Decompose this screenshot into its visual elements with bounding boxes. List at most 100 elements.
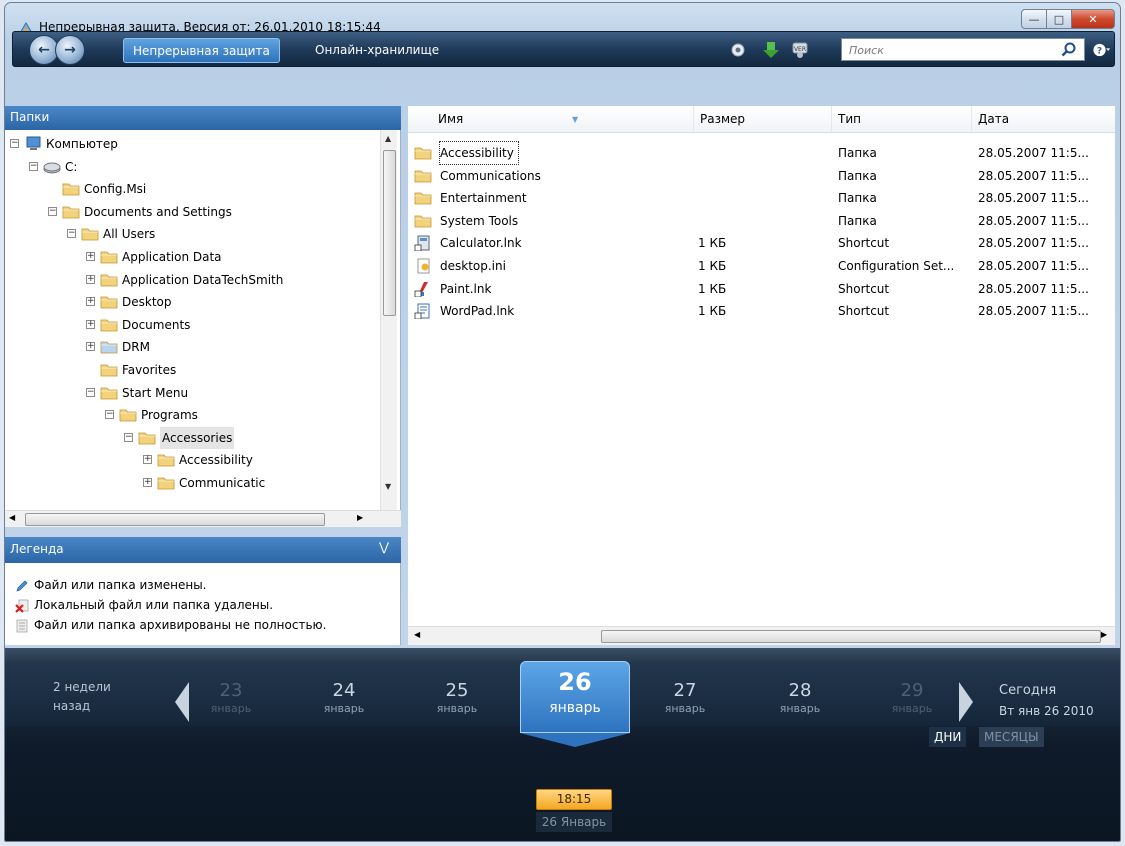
collapse-minus-icon[interactable]: − [86,387,95,397]
tree-node[interactable]: − Компьютер [5,133,375,155]
tree-node[interactable]: − Accessories [5,426,375,449]
file-row[interactable]: System Tools Папка 28.05.2007 11:5... [408,210,1115,232]
tree-node[interactable]: − Documents and Settings [5,201,375,223]
collapse-minus-icon[interactable]: − [29,161,38,171]
version-icon[interactable]: VER [791,41,809,59]
collapse-minus-icon[interactable]: − [67,229,76,239]
help-icon[interactable]: ? [1093,41,1111,59]
timeline-next-arrow-icon[interactable] [959,682,973,722]
tree-node[interactable]: Config.Msi [5,178,375,200]
scroll-left-icon[interactable]: ◀ [414,630,420,639]
timeline-day-27[interactable]: 27 январь [640,680,730,716]
file-row[interactable]: desktop.ini 1 КБ Configuration Set... 28.05… [408,255,1115,277]
file-list-hscroll[interactable]: ◀ ▶ [408,626,1115,645]
column-type[interactable]: Тип [832,106,972,133]
file-date: 28.05.2007 11:5... [978,213,1089,228]
folder-icon [100,294,118,310]
two-weeks-back-button[interactable]: 2 недели назад [53,678,111,716]
scroll-right-icon[interactable]: ▶ [1101,630,1107,639]
tree-node-label: Start Menu [122,385,189,400]
folder-icon [100,362,118,378]
column-name[interactable]: Имя ▼ [432,106,694,133]
timeline-day-28[interactable]: 28 январь [755,680,845,716]
file-date: 28.05.2007 11:5... [978,191,1089,206]
folder-tree-vscroll[interactable]: ▲ ▼ [380,130,397,510]
file-name: Communications [440,168,541,183]
file-name: Calculator.lnk [440,236,522,251]
tab-continuous-protection[interactable]: Непрерывная защита [123,38,280,63]
column-date[interactable]: Дата [972,106,1115,133]
tab-online-storage[interactable]: Онлайн-хранилище [306,38,448,63]
expand-plus-icon[interactable]: + [86,274,95,284]
file-row[interactable]: Accessibility Папка 28.05.2007 11:5... [408,141,1115,165]
scroll-right-icon[interactable]: ▶ [357,513,363,522]
folder-icon [414,168,432,184]
tree-node[interactable]: − C: [5,156,375,178]
scroll-left-icon[interactable]: ◀ [9,513,15,522]
expand-plus-icon[interactable]: + [143,478,152,487]
scroll-down-icon[interactable]: ▼ [385,482,391,491]
expand-plus-icon[interactable]: + [86,252,95,261]
close-button[interactable]: ✕ [1071,9,1115,29]
tree-node-label: Компьютер [46,137,118,151]
timeline-day-23[interactable]: 23 январь [186,680,276,716]
forward-button[interactable]: → [55,35,85,65]
timeline-day-25[interactable]: 25 январь [412,680,502,716]
hscroll-thumb[interactable] [601,630,1101,643]
tree-node[interactable]: + Application Data [5,246,375,268]
svg-text:VER: VER [794,46,806,53]
search-input[interactable] [847,42,1047,58]
ini-file-icon [414,258,432,274]
tree-node[interactable]: − All Users [5,223,375,245]
file-type: Папка [838,168,877,183]
expand-plus-icon[interactable]: + [86,297,95,307]
tree-node-label: C: [65,159,78,174]
download-icon[interactable] [762,41,780,59]
expand-plus-icon[interactable]: + [86,342,95,352]
backup-time-marker[interactable]: 18:15 [536,789,612,810]
folder-icon [157,475,175,491]
today-button[interactable]: Сегодня Вт янв 26 2010 [999,680,1094,722]
tree-node[interactable]: + Communicatic [5,472,375,494]
expand-plus-icon[interactable]: + [86,319,95,329]
timeline-day-24[interactable]: 24 январь [299,680,389,716]
collapse-minus-icon[interactable]: − [10,139,19,148]
hscroll-thumb[interactable] [25,513,325,526]
file-row[interactable]: Calculator.lnk 1 КБ Shortcut 28.05.2007 11:… [408,232,1115,254]
search-icon[interactable] [1061,42,1076,57]
tree-node[interactable]: − Programs [5,404,375,426]
folder-icon [119,407,137,423]
months-mode-button[interactable]: МЕСЯЦЫ [979,727,1044,747]
forward-arrow-icon: → [64,42,76,58]
tree-node[interactable]: + Desktop [5,291,375,313]
maximize-button[interactable]: □ [1046,9,1072,29]
scroll-thumb[interactable] [383,150,396,316]
collapse-minus-icon[interactable]: − [48,206,57,216]
collapse-minus-icon[interactable]: − [105,410,114,420]
tree-node[interactable]: − Start Menu [5,382,375,404]
collapse-chevron-icon[interactable]: ⋁ [379,540,389,554]
folder-tree-hscroll[interactable]: ◀ ▶ [5,510,401,527]
timeline-day-selected[interactable]: 26 январь [520,661,630,733]
file-row[interactable]: Entertainment Папка 28.05.2007 11:5... [408,187,1115,209]
column-size[interactable]: Размер [694,106,832,133]
tree-node[interactable]: + DRM [5,336,375,358]
minimize-button[interactable]: — [1021,9,1047,29]
legend-header[interactable]: Легенда ⋁ [5,537,401,563]
tree-node[interactable]: + Application DataTechSmith [5,269,375,291]
file-row[interactable]: WordPad.lnk 1 КБ Shortcut 28.05.2007 11:5..… [408,300,1115,322]
expand-plus-icon[interactable]: + [143,455,152,465]
file-row[interactable]: Paint.lnk 1 КБ Shortcut 28.05.2007 11:5... [408,278,1115,300]
tree-node[interactable]: + Documents [5,314,375,336]
tree-node-label: Documents [122,317,191,332]
tree-node[interactable]: Favorites [5,359,375,381]
days-mode-button[interactable]: ДНИ [929,727,967,747]
file-row[interactable]: Communications Папка 28.05.2007 11:5... [408,165,1115,187]
tree-node[interactable]: + Accessibility [5,449,375,471]
scroll-up-icon[interactable]: ▲ [385,134,391,143]
settings-gear-icon[interactable] [729,41,747,59]
file-date: 28.05.2007 11:5... [978,304,1089,319]
timeline-day-29[interactable]: 29 январь [867,680,957,716]
collapse-minus-icon[interactable]: − [124,432,133,442]
folder-icon [100,317,118,333]
